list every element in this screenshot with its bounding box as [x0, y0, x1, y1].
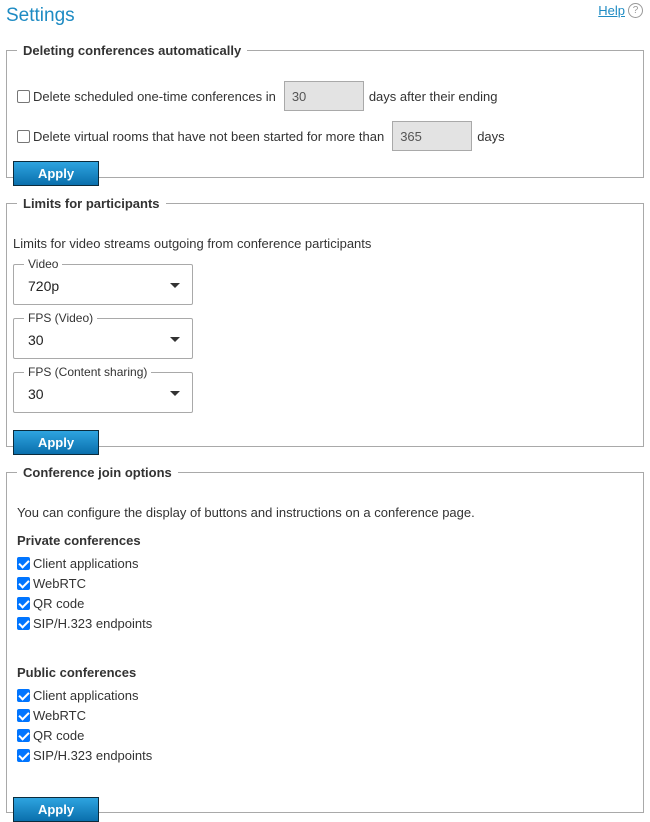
option-label: Client applications — [33, 556, 139, 571]
option-label: SIP/H.323 endpoints — [33, 748, 153, 763]
fps-video-select-label: FPS (Video) — [24, 311, 98, 325]
private-webrtc-checkbox[interactable] — [17, 577, 30, 590]
conference-join-options-section: Conference join options You can configur… — [6, 465, 644, 822]
public-qr-code-checkbox[interactable] — [17, 729, 30, 742]
limits-description: Limits for video streams outgoing from c… — [13, 236, 372, 251]
private-option-sip: SIP/H.323 endpoints — [17, 616, 152, 631]
delete-rooms-suffix: days — [477, 128, 505, 144]
delete-rooms-label: Delete virtual rooms that have not been … — [33, 128, 385, 144]
private-client-apps-checkbox[interactable] — [17, 557, 30, 570]
question-circle-icon[interactable]: ? — [628, 3, 643, 18]
chevron-down-icon — [170, 391, 180, 396]
fps-content-select-label: FPS (Content sharing) — [24, 365, 152, 379]
limits-apply-button[interactable]: Apply — [13, 430, 99, 455]
limits-participants-section: Limits for participants Limits for video… — [6, 196, 644, 455]
help-link[interactable]: Help — [598, 3, 625, 18]
video-select[interactable]: Video 720p — [13, 257, 193, 305]
public-option-client-apps: Client applications — [17, 688, 139, 703]
join-description: You can configure the display of buttons… — [17, 505, 475, 520]
public-option-webrtc: WebRTC — [17, 708, 86, 723]
delete-rooms-days-input[interactable] — [392, 121, 473, 151]
option-label: WebRTC — [33, 576, 86, 591]
private-option-client-apps: Client applications — [17, 556, 139, 571]
section-legend: Limits for participants — [23, 196, 160, 211]
public-client-apps-checkbox[interactable] — [17, 689, 30, 702]
delete-onetime-checkbox[interactable] — [17, 89, 30, 103]
delete-onetime-days-input[interactable] — [283, 81, 364, 111]
video-select-label: Video — [24, 257, 63, 271]
section-legend: Deleting conferences automatically — [23, 43, 242, 58]
public-webrtc-checkbox[interactable] — [17, 709, 30, 722]
help-area: Help ? — [598, 3, 643, 18]
private-sip-checkbox[interactable] — [17, 617, 30, 630]
public-sip-checkbox[interactable] — [17, 749, 30, 762]
section-legend: Conference join options — [23, 465, 172, 480]
delete-onetime-row: Delete scheduled one-time conferences in… — [17, 81, 497, 111]
option-label: Client applications — [33, 688, 139, 703]
delete-rooms-checkbox[interactable] — [17, 129, 30, 143]
fps-content-select[interactable]: FPS (Content sharing) 30 — [13, 365, 193, 413]
fps-video-select-value: 30 — [28, 332, 44, 348]
join-apply-button[interactable]: Apply — [13, 797, 99, 822]
delete-onetime-suffix: days after their ending — [368, 88, 498, 104]
option-label: QR code — [33, 728, 85, 743]
chevron-down-icon — [170, 283, 180, 288]
deleting-conferences-section: Deleting conferences automatically Delet… — [6, 43, 644, 186]
private-qr-code-checkbox[interactable] — [17, 597, 30, 610]
delete-onetime-label: Delete scheduled one-time conferences in — [33, 88, 276, 104]
private-option-qr-code: QR code — [17, 596, 84, 611]
delete-rooms-row: Delete virtual rooms that have not been … — [17, 121, 505, 151]
public-option-qr-code: QR code — [17, 728, 84, 743]
deleting-apply-button[interactable]: Apply — [13, 161, 99, 186]
fps-video-select[interactable]: FPS (Video) 30 — [13, 311, 193, 359]
fps-content-select-value: 30 — [28, 386, 44, 402]
option-label: QR code — [33, 596, 85, 611]
private-conferences-heading: Private conferences — [17, 533, 141, 548]
video-select-value: 720p — [28, 278, 60, 294]
chevron-down-icon — [170, 337, 180, 342]
option-label: WebRTC — [33, 708, 86, 723]
public-conferences-heading: Public conferences — [17, 665, 137, 680]
page-title: Settings — [6, 5, 75, 26]
private-option-webrtc: WebRTC — [17, 576, 86, 591]
option-label: SIP/H.323 endpoints — [33, 616, 153, 631]
public-option-sip: SIP/H.323 endpoints — [17, 748, 152, 763]
